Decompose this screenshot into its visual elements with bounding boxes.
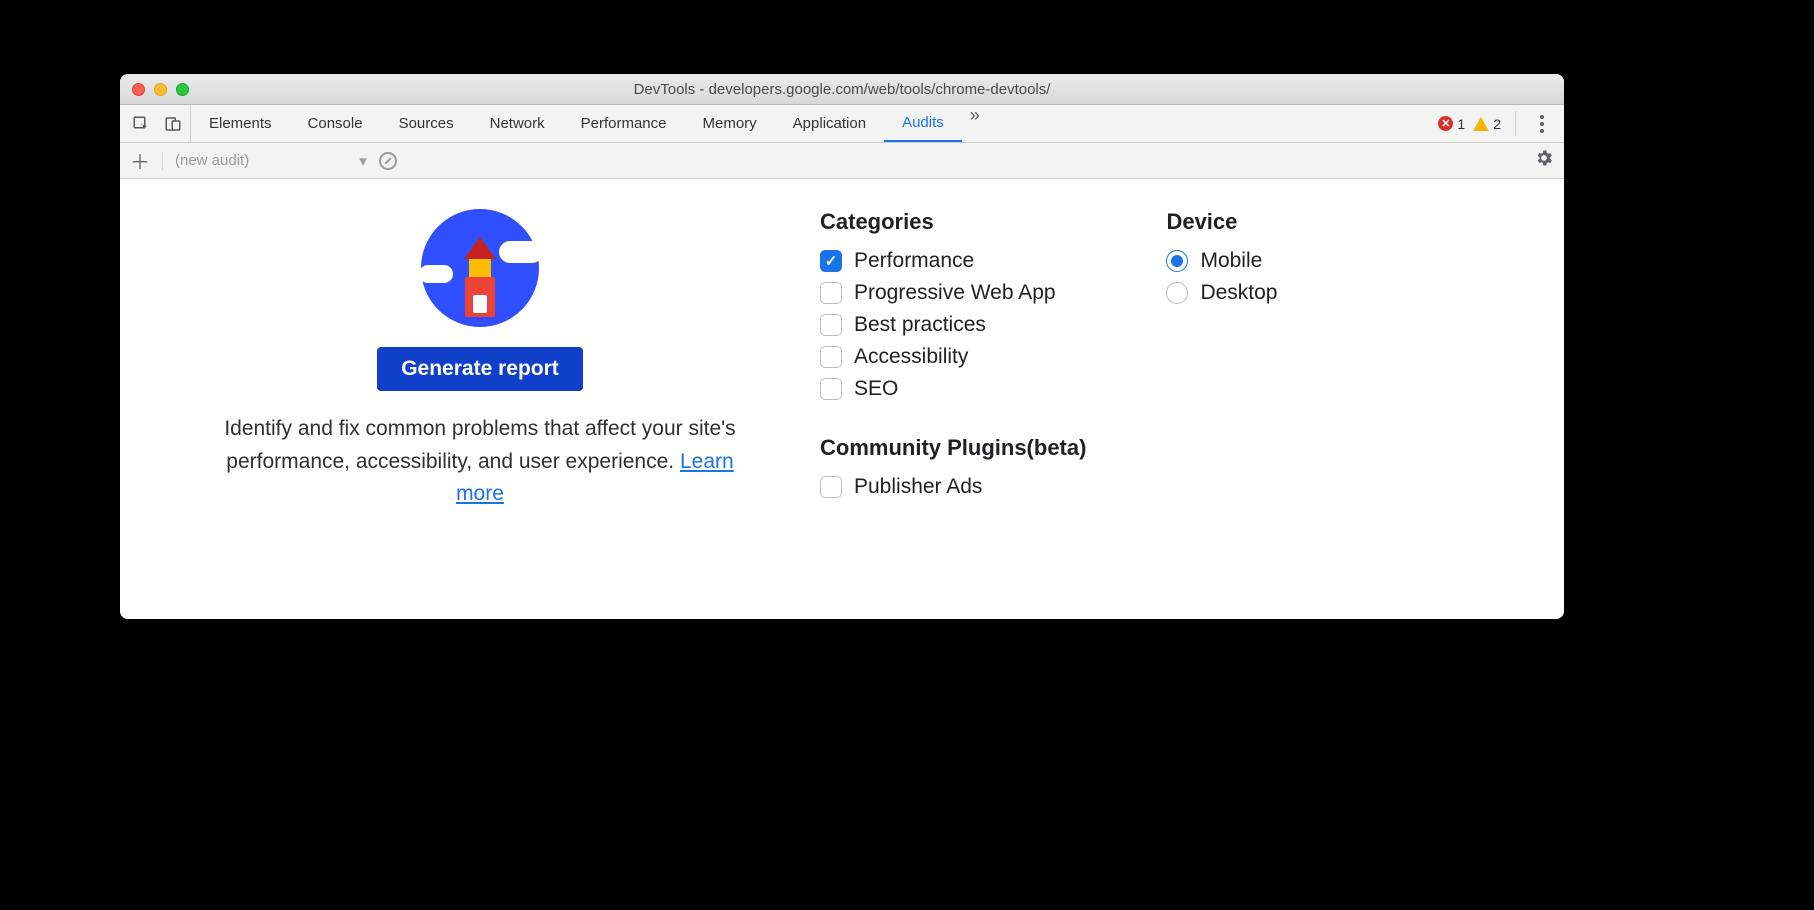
- category-checkbox[interactable]: [820, 346, 842, 368]
- category-label: Progressive Web App: [854, 281, 1056, 305]
- error-count-value: 1: [1457, 116, 1465, 132]
- device-toolbar-icon[interactable]: [164, 115, 182, 133]
- audit-dropdown-label: (new audit): [175, 152, 249, 169]
- divider: [1515, 111, 1516, 136]
- category-row: Accessibility: [820, 345, 1086, 369]
- new-audit-icon[interactable]: ＋: [130, 146, 150, 175]
- device-label: Desktop: [1200, 281, 1277, 305]
- close-window-button[interactable]: [132, 83, 145, 96]
- tab-application[interactable]: Application: [775, 105, 884, 142]
- warning-icon: [1473, 117, 1489, 131]
- category-row: Performance: [820, 249, 1086, 273]
- category-label: SEO: [854, 377, 898, 401]
- lighthouse-description-text: Identify and fix common problems that af…: [224, 417, 735, 473]
- category-row: Progressive Web App: [820, 281, 1086, 305]
- devtools-window: DevTools - developers.google.com/web/too…: [120, 74, 1564, 619]
- generate-report-button[interactable]: Generate report: [377, 347, 583, 391]
- tab-memory[interactable]: Memory: [685, 105, 775, 142]
- clear-icon[interactable]: [379, 152, 397, 170]
- category-checkbox[interactable]: [820, 250, 842, 272]
- device-group: Device Mobile Desktop: [1166, 209, 1277, 519]
- titlebar: DevTools - developers.google.com/web/too…: [120, 74, 1564, 105]
- category-label: Accessibility: [854, 345, 968, 369]
- plugin-checkbox[interactable]: [820, 476, 842, 498]
- device-row: Mobile: [1166, 249, 1277, 273]
- category-row: SEO: [820, 377, 1086, 401]
- audits-panel: Generate report Identify and fix common …: [120, 179, 1564, 619]
- tab-console[interactable]: Console: [290, 105, 381, 142]
- error-count[interactable]: ✕ 1: [1438, 116, 1465, 132]
- device-heading: Device: [1166, 209, 1277, 235]
- categories-group: Categories Performance Progressive Web Ap…: [820, 209, 1086, 519]
- category-label: Performance: [854, 249, 974, 273]
- lighthouse-logo-icon: [421, 209, 539, 327]
- window-title: DevTools - developers.google.com/web/too…: [120, 81, 1564, 98]
- device-label: Mobile: [1200, 249, 1262, 273]
- lighthouse-intro: Generate report Identify and fix common …: [160, 209, 800, 519]
- device-radio[interactable]: [1166, 282, 1188, 304]
- warning-count[interactable]: 2: [1473, 116, 1501, 132]
- minimize-window-button[interactable]: [154, 83, 167, 96]
- dropdown-caret-icon: ▾: [359, 152, 367, 170]
- lighthouse-description: Identify and fix common problems that af…: [210, 413, 750, 511]
- device-row: Desktop: [1166, 281, 1277, 305]
- device-radio[interactable]: [1166, 250, 1188, 272]
- plugins-heading: Community Plugins(beta): [820, 435, 1086, 461]
- audit-config: Categories Performance Progressive Web Ap…: [800, 209, 1524, 519]
- warning-count-value: 2: [1493, 116, 1501, 132]
- traffic-lights: [132, 83, 189, 96]
- audit-dropdown[interactable]: (new audit) ▾: [162, 152, 367, 170]
- audits-toolbar: ＋ (new audit) ▾: [120, 143, 1564, 179]
- tab-network[interactable]: Network: [472, 105, 563, 142]
- category-checkbox[interactable]: [820, 282, 842, 304]
- tab-elements[interactable]: Elements: [191, 105, 290, 142]
- plugin-label: Publisher Ads: [854, 475, 982, 499]
- inspect-element-icon[interactable]: [132, 115, 150, 133]
- plugin-row: Publisher Ads: [820, 475, 1086, 499]
- more-tabs-icon[interactable]: »: [962, 105, 988, 142]
- panel-tabs: ElementsConsoleSourcesNetworkPerformance…: [191, 105, 962, 142]
- zoom-window-button[interactable]: [176, 83, 189, 96]
- tab-audits[interactable]: Audits: [884, 105, 962, 142]
- category-label: Best practices: [854, 313, 986, 337]
- tab-performance[interactable]: Performance: [563, 105, 685, 142]
- category-row: Best practices: [820, 313, 1086, 337]
- category-checkbox[interactable]: [820, 314, 842, 336]
- categories-heading: Categories: [820, 209, 1086, 235]
- tab-sources[interactable]: Sources: [381, 105, 472, 142]
- category-checkbox[interactable]: [820, 378, 842, 400]
- main-tabbar: ElementsConsoleSourcesNetworkPerformance…: [120, 105, 1564, 143]
- settings-gear-icon[interactable]: [1534, 152, 1554, 173]
- kebab-menu-icon[interactable]: [1530, 115, 1554, 133]
- error-icon: ✕: [1438, 116, 1453, 131]
